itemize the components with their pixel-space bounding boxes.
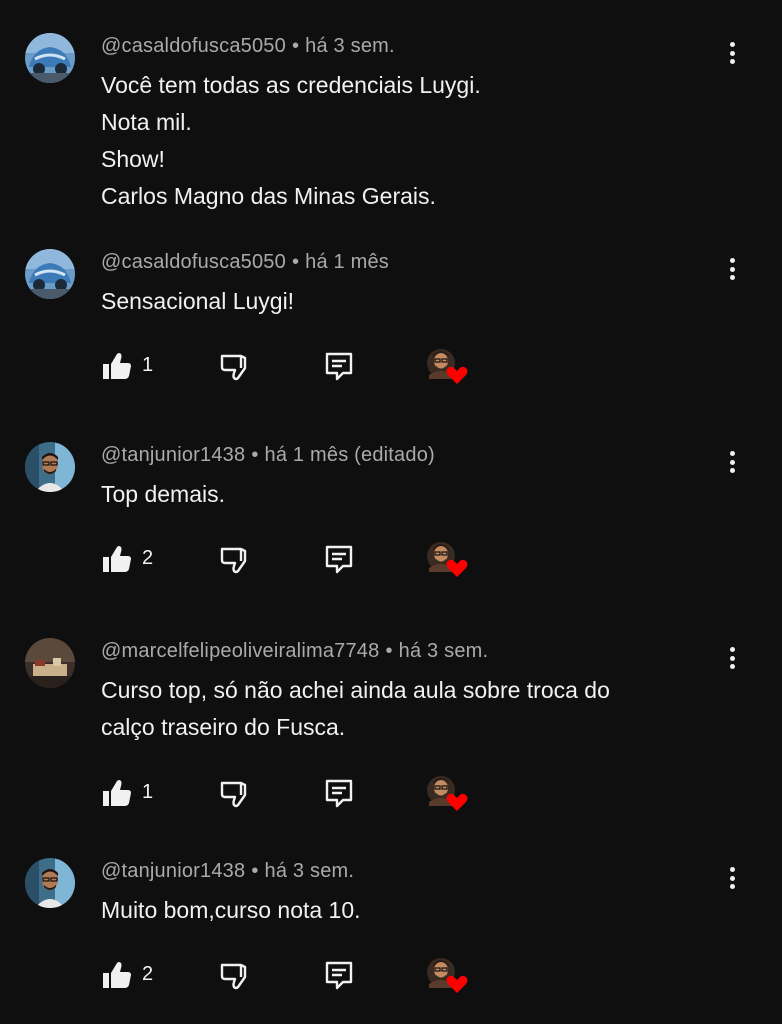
creator-heart-icon <box>426 345 468 385</box>
more-vertical-icon[interactable] <box>720 39 744 67</box>
comment-time[interactable]: há 3 sem. <box>399 640 489 662</box>
comment-actions: 1 <box>0 349 782 389</box>
comment-text-line: Nota mil. <box>101 109 192 135</box>
reply-comment-icon[interactable] <box>322 542 356 576</box>
author-handle[interactable]: @marcelfelipeoliveiralima7748 <box>101 640 379 662</box>
creator-heart-icon <box>426 538 468 578</box>
author-handle[interactable]: @tanjunior1438 <box>101 860 245 882</box>
comment-text-line: Carlos Magno das Minas Gerais. <box>101 183 436 209</box>
author-handle[interactable]: @casaldofusca5050 <box>101 251 286 273</box>
avatar[interactable] <box>25 858 75 908</box>
comment-text: Sensacional Luygi! <box>101 283 294 320</box>
comment-text-line: Você tem todas as credenciais Luygi. <box>101 72 481 98</box>
comment-time[interactable]: há 3 sem. <box>265 860 355 882</box>
avatar[interactable] <box>25 638 75 688</box>
like-count: 1 <box>142 781 154 803</box>
thumb-down-icon[interactable] <box>218 349 252 383</box>
comment-text-line: calço traseiro do Fusca. <box>101 714 346 740</box>
separator-dot: • <box>251 444 259 466</box>
thumb-down-icon[interactable] <box>218 542 252 576</box>
comment-header: @casaldofusca5050 • há 3 sem. <box>101 35 395 58</box>
comment-text-line: Curso top, só não achei ainda aula sobre… <box>101 677 610 703</box>
like-count: 2 <box>142 963 154 985</box>
avatar[interactable] <box>25 442 75 492</box>
separator-dot: • <box>291 35 300 57</box>
thumb-up-icon[interactable] <box>100 958 134 992</box>
more-vertical-icon[interactable] <box>720 255 744 283</box>
reply-comment-icon[interactable] <box>322 776 356 810</box>
avatar[interactable] <box>25 33 75 83</box>
avatar-image <box>25 33 75 83</box>
comment-text-line: Top demais. <box>101 481 226 507</box>
comment-time[interactable]: há 3 sem. <box>305 35 395 57</box>
more-vertical-icon[interactable] <box>720 644 744 672</box>
avatar-image <box>25 442 75 492</box>
comment-time[interactable]: há 1 mês (editado) <box>265 444 435 466</box>
comment-header: @marcelfelipeoliveiralima7748 • há 3 sem. <box>101 640 488 663</box>
thumb-up-icon[interactable] <box>100 349 134 383</box>
thumb-down-icon[interactable] <box>218 776 252 810</box>
more-vertical-icon[interactable] <box>720 448 744 476</box>
thumb-up-icon[interactable] <box>100 542 134 576</box>
reply-comment-icon[interactable] <box>322 958 356 992</box>
creator-heart-icon <box>426 954 468 994</box>
comment-text: Muito bom,curso nota 10. <box>101 892 361 929</box>
comment-text: Curso top, só não achei ainda aula sobre… <box>101 672 610 746</box>
comment-text-line: Muito bom,curso nota 10. <box>101 897 361 923</box>
comment-time[interactable]: há 1 mês <box>305 251 389 273</box>
like-count: 2 <box>142 547 154 569</box>
comment-header: @tanjunior1438 • há 1 mês (editado) <box>101 444 435 467</box>
comment-text-line: Show! <box>101 146 165 172</box>
avatar-image <box>25 638 75 688</box>
like-count: 1 <box>142 354 154 376</box>
comment-text: Você tem todas as credenciais Luygi. Not… <box>101 67 481 215</box>
comment-text-line: Sensacional Luygi! <box>101 288 295 314</box>
thumb-down-icon[interactable] <box>218 958 252 992</box>
separator-dot: • <box>251 860 259 882</box>
comment-actions: 2 <box>0 542 782 582</box>
reply-comment-icon[interactable] <box>322 349 356 383</box>
separator-dot: • <box>385 640 393 662</box>
comment-header: @casaldofusca5050 • há 1 mês <box>101 251 389 274</box>
separator-dot: • <box>291 251 300 273</box>
avatar-image <box>25 858 75 908</box>
comment-header: @tanjunior1438 • há 3 sem. <box>101 860 354 883</box>
comment-text: Top demais. <box>101 476 225 513</box>
avatar[interactable] <box>25 249 75 299</box>
comment-actions: 1 <box>0 776 782 816</box>
author-handle[interactable]: @casaldofusca5050 <box>101 35 286 57</box>
comment-actions: 2 <box>0 958 782 998</box>
creator-heart-icon <box>426 772 468 812</box>
avatar-image <box>25 249 75 299</box>
thumb-up-icon[interactable] <box>100 776 134 810</box>
author-handle[interactable]: @tanjunior1438 <box>101 444 245 466</box>
more-vertical-icon[interactable] <box>720 864 744 892</box>
